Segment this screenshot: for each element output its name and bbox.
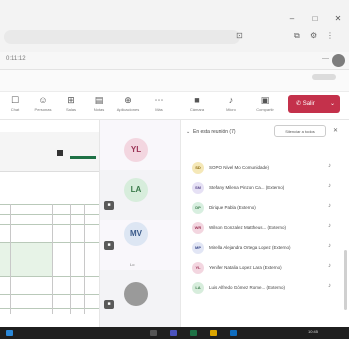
participant-avatar: LA [192,282,204,294]
chevron-down-icon[interactable]: ⌄ [330,95,335,113]
people-button[interactable]: ☺ Personas [30,94,56,113]
ribbon-accent [70,156,96,159]
chevron-down-icon[interactable]: ⌄ [186,129,190,135]
meeting-header [0,70,349,92]
user-avatar[interactable] [332,54,345,67]
participant-row[interactable]: DP Dirique Pabla (Externo) ♪ [181,198,349,218]
people-icon: ☺ [38,95,48,105]
mic-muted-icon[interactable]: ♪ [328,203,331,209]
participant-row[interactable]: MP Mirella Alejandra Ortega Lopez (Extern… [181,238,349,258]
participants-count[interactable]: En esta reunión (7) [193,129,236,135]
highlighted-cells [0,242,52,276]
mic-icon: ♪ [228,95,234,105]
chat-button[interactable]: ☐ Chat [2,94,28,113]
video-tile-photo[interactable] [124,282,148,306]
participant-name: Mirella Alejandra Ortega Lopez (Externo) [209,245,291,250]
rooms-icon: ⊞ [67,95,75,105]
clock: 10:45 [308,329,319,334]
video-tile-avatar[interactable]: MV [124,222,148,246]
camera-button[interactable]: ■ Cámara [184,94,210,113]
apps-icon: ⊕ [124,95,132,105]
participant-avatar: YL [192,262,204,274]
participant-row[interactable]: LA Luis Alfredo Gómez Rome... (Externo) ♪ [181,278,349,298]
browser-header: – □ ✕ ⊡ ⧉ ⚙ ⋮ [0,0,349,52]
scrollbar[interactable] [344,250,347,310]
more-button[interactable]: ⋯ Más [146,94,172,113]
notes-icon: ▤ [94,95,104,105]
shared-screen [0,120,100,327]
menu-icon[interactable]: ⋮ [326,31,334,40]
chat-icon: ☐ [10,95,20,105]
notes-button[interactable]: ▤ Notas [86,94,112,113]
camera-off-icon: ■ [104,201,114,210]
mic-muted-icon[interactable]: ♪ [328,243,331,249]
maximize-button[interactable]: □ [310,14,320,23]
mic-muted-icon[interactable]: ♪ [328,183,331,189]
participant-name: Stefany Milena Pinzon Ca... (Externo) [209,185,285,190]
phone-icon: ✆ [296,101,303,107]
extensions-icon[interactable]: ⧉ [294,31,300,41]
participant-row[interactable]: SD SOPO Nivel Mo Comunidade) ♪ [181,158,349,178]
participant-avatar: WR [192,222,204,234]
camera-off-icon: ■ [104,241,114,250]
window-controls: – □ ✕ [287,14,343,23]
address-bar[interactable] [4,30,240,44]
mic-muted-icon[interactable]: ♪ [328,263,331,269]
taskbar-app-icon[interactable] [150,330,157,336]
participant-name: Luis Alfredo Gómez Rome... (Externo) [209,285,286,290]
participant-name: SOPO Nivel Mo Comunidade) [209,165,270,170]
close-icon[interactable]: ✕ [333,127,338,134]
start-icon[interactable] [6,330,13,336]
mic-button[interactable]: ♪ Micro [218,94,244,113]
rooms-button[interactable]: ⊞ Salas [58,94,84,113]
mic-muted-icon[interactable]: ♪ [328,223,331,229]
participant-avatar: SD [192,162,204,174]
share-button[interactable]: ▣ Compartir [252,94,278,113]
mic-muted-icon[interactable]: ♪ [328,163,331,169]
camera-icon: ■ [194,95,200,105]
taskbar: 10:45 [0,327,349,339]
participant-row[interactable]: SM Stefany Milena Pinzon Ca... (Externo) ♪ [181,178,349,198]
leave-button[interactable]: ✆ Salir ⌄ [288,95,340,113]
video-tile-label: Lo [130,262,135,267]
edge-icon[interactable] [230,330,237,336]
participant-avatar: DP [192,202,204,214]
bookmark-icon[interactable]: ⊡ [236,31,243,40]
spreadsheet-ribbon [0,132,99,172]
close-window-button[interactable]: ✕ [333,14,343,23]
mic-muted-icon[interactable]: ♪ [328,283,331,289]
settings-icon[interactable]: ⚙ [310,31,317,40]
excel-icon[interactable] [190,330,197,336]
participant-row[interactable]: WR Wilson Gonzalez Mattheus... (Externo) ♪ [181,218,349,238]
spreadsheet-grid [0,204,99,314]
meeting-timer: 0:11:12 [6,56,26,62]
address-row: ⊡ ⧉ ⚙ ⋮ [0,30,349,44]
apps-button[interactable]: ⊕ Aplicaciones [115,94,141,113]
folder-icon[interactable] [210,330,217,336]
participant-avatar: MP [192,242,204,254]
participant-name: Wilson Gonzalez Mattheus... (Externo) [209,225,287,230]
share-icon: ▣ [260,95,270,105]
minimize-icon[interactable]: — [322,55,329,62]
meeting-toolbar: ☐ Chat ☺ Personas ⊞ Salas ▤ Notas ⊕ Apli… [0,92,349,120]
meeting-tab-strip: 0:11:12 — [0,52,349,70]
more-icon: ⋯ [154,95,164,105]
participant-name: Dirique Pabla (Externo) [209,205,256,210]
mute-all-button[interactable]: Silenciar a todos [274,125,326,137]
participant-avatar: SM [192,182,204,194]
video-tile-avatar[interactable]: LA [124,178,148,202]
ribbon-icon [57,150,63,156]
teams-icon[interactable] [170,330,177,336]
minimize-button[interactable]: – [287,14,297,23]
participants-panel: ⌄ En esta reunión (7) Silenciar a todos … [180,120,349,327]
search-field[interactable] [312,74,336,80]
participant-name: Yenifer Natalia Lopez Lara (Externo) [209,265,282,270]
participant-row[interactable]: YL Yenifer Natalia Lopez Lara (Externo) ♪ [181,258,349,278]
camera-off-icon: ■ [104,300,114,309]
video-tile-avatar[interactable]: YL [124,138,148,162]
participants-header: ⌄ En esta reunión (7) Silenciar a todos … [181,120,349,142]
